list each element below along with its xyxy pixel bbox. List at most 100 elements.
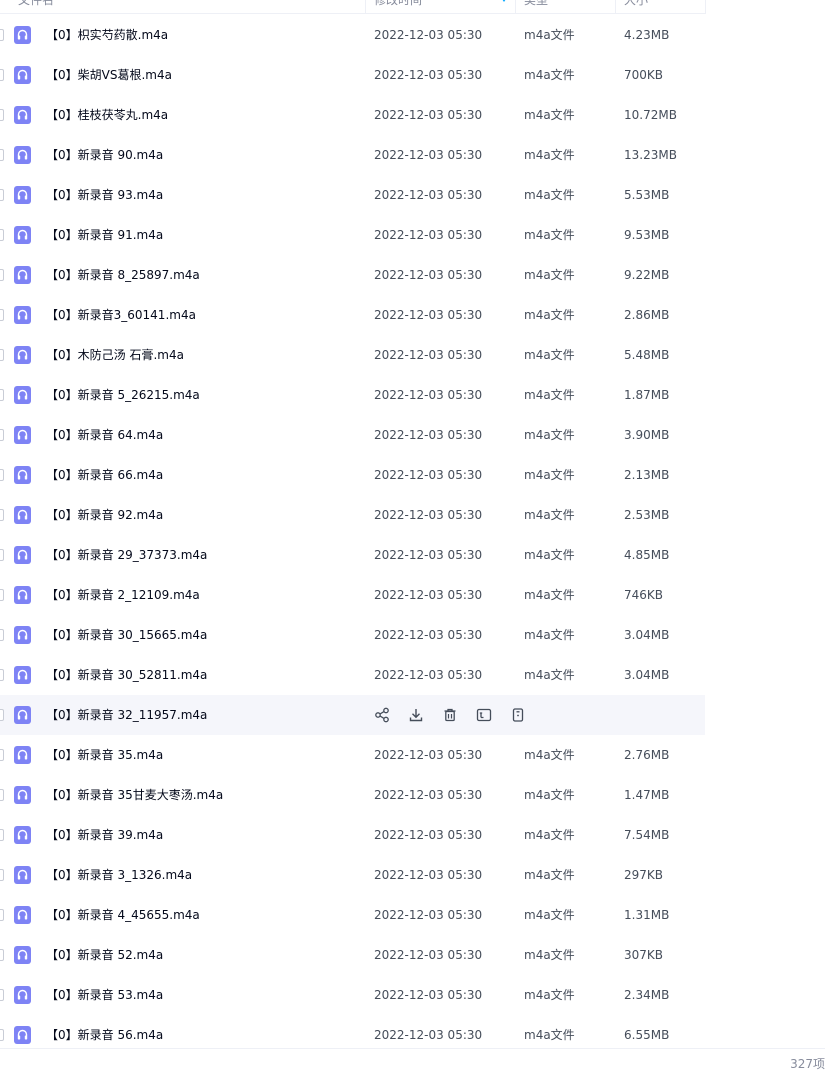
row-checkbox[interactable] (0, 469, 4, 481)
file-row[interactable]: 【0】新录音 92.m4a 2022-12-03 05:30 m4a文件 2.53MB (0, 495, 705, 535)
file-row[interactable]: 【0】新录音3_60141.m4a 2022-12-03 05:30 m4a文件 2.… (0, 295, 705, 335)
file-row[interactable]: 【0】新录音 5_26215.m4a 2022-12-03 05:30 m4a文件 1… (0, 375, 705, 415)
modified-time: 2022-12-03 05:30 (374, 268, 483, 282)
file-row[interactable]: 【0】新录音 3_1326.m4a 2022-12-03 05:30 m4a文件 29… (0, 855, 705, 895)
row-checkbox[interactable] (0, 269, 4, 281)
header-name[interactable]: 文件名 (18, 0, 54, 14)
file-row[interactable]: 【0】新录音 35.m4a 2022-12-03 05:30 m4a文件 2.76MB (0, 735, 705, 775)
row-checkbox[interactable] (0, 789, 4, 801)
header-size[interactable]: 大小 (624, 0, 648, 14)
file-size: 2.53MB (624, 508, 670, 522)
header-divider (515, 0, 516, 14)
row-checkbox[interactable] (0, 309, 4, 321)
item-count: 327项 (790, 1057, 825, 1071)
file-row[interactable]: 【0】新录音 64.m4a 2022-12-03 05:30 m4a文件 3.90MB (0, 415, 705, 455)
row-checkbox[interactable] (0, 69, 4, 81)
file-name[interactable]: 【0】新录音 5_26215.m4a (46, 375, 200, 415)
file-name[interactable]: 【0】桂枝茯苓丸.m4a (46, 95, 168, 135)
file-name[interactable]: 【0】新录音 30_15665.m4a (46, 615, 207, 655)
audio-file-icon (14, 466, 31, 484)
row-checkbox[interactable] (0, 29, 4, 41)
download-icon[interactable] (406, 705, 426, 725)
file-row[interactable]: 【0】新录音 32_11957.m4a (0, 695, 705, 735)
file-name[interactable]: 【0】新录音 30_52811.m4a (46, 655, 207, 695)
file-row[interactable]: 【0】柴胡VS葛根.m4a 2022-12-03 05:30 m4a文件 700KB (0, 55, 705, 95)
file-row[interactable]: 【0】新录音 66.m4a 2022-12-03 05:30 m4a文件 2.13MB (0, 455, 705, 495)
row-checkbox[interactable] (0, 429, 4, 441)
row-checkbox[interactable] (0, 949, 4, 961)
file-name[interactable]: 【0】新录音 29_37373.m4a (46, 535, 207, 575)
file-row[interactable]: 【0】新录音 30_15665.m4a 2022-12-03 05:30 m4a文件… (0, 615, 705, 655)
file-name[interactable]: 【0】新录音 35甘麦大枣汤.m4a (46, 775, 223, 815)
file-row[interactable]: 【0】新录音 4_45655.m4a 2022-12-03 05:30 m4a文件 1… (0, 895, 705, 935)
row-checkbox[interactable] (0, 389, 4, 401)
row-checkbox[interactable] (0, 149, 4, 161)
audio-file-icon (14, 866, 31, 884)
row-checkbox[interactable] (0, 509, 4, 521)
row-checkbox[interactable] (0, 829, 4, 841)
file-row[interactable]: 【0】枳实芍药散.m4a 2022-12-03 05:30 m4a文件 4.23MB (0, 15, 705, 55)
file-row[interactable]: 【0】新录音 91.m4a 2022-12-03 05:30 m4a文件 9.53MB (0, 215, 705, 255)
header-type[interactable]: 类型 (524, 0, 548, 14)
audio-file-icon (14, 506, 31, 524)
row-checkbox[interactable] (0, 629, 4, 641)
file-name[interactable]: 【0】新录音 8_25897.m4a (46, 255, 200, 295)
more-icon[interactable] (508, 705, 528, 725)
row-checkbox[interactable] (0, 229, 4, 241)
file-name[interactable]: 【0】新录音 53.m4a (46, 975, 163, 1015)
row-checkbox[interactable] (0, 349, 4, 361)
file-row[interactable]: 【0】新录音 30_52811.m4a 2022-12-03 05:30 m4a文件… (0, 655, 705, 695)
file-name[interactable]: 【0】柴胡VS葛根.m4a (46, 55, 172, 95)
row-checkbox[interactable] (0, 109, 4, 121)
row-checkbox[interactable] (0, 189, 4, 201)
file-name[interactable]: 【0】新录音 2_12109.m4a (46, 575, 200, 615)
row-checkbox[interactable] (0, 869, 4, 881)
file-name[interactable]: 【0】新录音 90.m4a (46, 135, 163, 175)
share-icon[interactable] (372, 705, 392, 725)
audio-file-icon (14, 826, 31, 844)
row-checkbox[interactable] (0, 589, 4, 601)
file-name[interactable]: 【0】新录音 35.m4a (46, 735, 163, 775)
header-modified[interactable]: 修改时间 (374, 0, 422, 14)
file-row[interactable]: 【0】新录音 2_12109.m4a 2022-12-03 05:30 m4a文件 7… (0, 575, 705, 615)
file-name[interactable]: 【0】枳实芍药散.m4a (46, 15, 168, 55)
file-name[interactable]: 【0】新录音 64.m4a (46, 415, 163, 455)
sort-desc-icon[interactable] (500, 0, 508, 2)
modified-time: 2022-12-03 05:30 (374, 948, 483, 962)
row-checkbox[interactable] (0, 1029, 4, 1041)
file-name[interactable]: 【0】新录音3_60141.m4a (46, 295, 196, 335)
rename-icon[interactable] (474, 705, 494, 725)
file-name[interactable]: 【0】新录音 52.m4a (46, 935, 163, 975)
file-row[interactable]: 【0】新录音 53.m4a 2022-12-03 05:30 m4a文件 2.34MB (0, 975, 705, 1015)
file-name[interactable]: 【0】新录音 56.m4a (46, 1015, 163, 1055)
column-header: 文件名 修改时间 类型 大小 (0, 0, 706, 14)
row-checkbox[interactable] (0, 909, 4, 921)
file-name[interactable]: 【0】新录音 93.m4a (46, 175, 163, 215)
file-name[interactable]: 【0】新录音 91.m4a (46, 215, 163, 255)
file-row[interactable]: 【0】新录音 8_25897.m4a 2022-12-03 05:30 m4a文件 9… (0, 255, 705, 295)
file-row[interactable]: 【0】新录音 90.m4a 2022-12-03 05:30 m4a文件 13.23M… (0, 135, 705, 175)
delete-icon[interactable] (440, 705, 460, 725)
row-checkbox[interactable] (0, 749, 4, 761)
file-row[interactable]: 【0】新录音 56.m4a 2022-12-03 05:30 m4a文件 6.55MB (0, 1015, 705, 1055)
row-checkbox[interactable] (0, 669, 4, 681)
file-name[interactable]: 【0】新录音 4_45655.m4a (46, 895, 200, 935)
row-checkbox[interactable] (0, 989, 4, 1001)
row-checkbox[interactable] (0, 709, 4, 721)
file-row[interactable]: 【0】木防己汤 石膏.m4a 2022-12-03 05:30 m4a文件 5.48M… (0, 335, 705, 375)
row-checkbox[interactable] (0, 549, 4, 561)
file-name[interactable]: 【0】新录音 3_1326.m4a (46, 855, 192, 895)
file-row[interactable]: 【0】桂枝茯苓丸.m4a 2022-12-03 05:30 m4a文件 10.72MB (0, 95, 705, 135)
file-name[interactable]: 【0】新录音 32_11957.m4a (46, 695, 207, 735)
file-name[interactable]: 【0】新录音 92.m4a (46, 495, 163, 535)
file-row[interactable]: 【0】新录音 93.m4a 2022-12-03 05:30 m4a文件 5.53MB (0, 175, 705, 215)
file-row[interactable]: 【0】新录音 52.m4a 2022-12-03 05:30 m4a文件 307KB (0, 935, 705, 975)
file-row[interactable]: 【0】新录音 39.m4a 2022-12-03 05:30 m4a文件 7.54MB (0, 815, 705, 855)
modified-time: 2022-12-03 05:30 (374, 868, 483, 882)
file-row[interactable]: 【0】新录音 35甘麦大枣汤.m4a 2022-12-03 05:30 m4a文件 1… (0, 775, 705, 815)
file-size: 10.72MB (624, 108, 677, 122)
file-row[interactable]: 【0】新录音 29_37373.m4a 2022-12-03 05:30 m4a文件… (0, 535, 705, 575)
file-name[interactable]: 【0】新录音 39.m4a (46, 815, 163, 855)
file-name[interactable]: 【0】新录音 66.m4a (46, 455, 163, 495)
file-name[interactable]: 【0】木防己汤 石膏.m4a (46, 335, 184, 375)
